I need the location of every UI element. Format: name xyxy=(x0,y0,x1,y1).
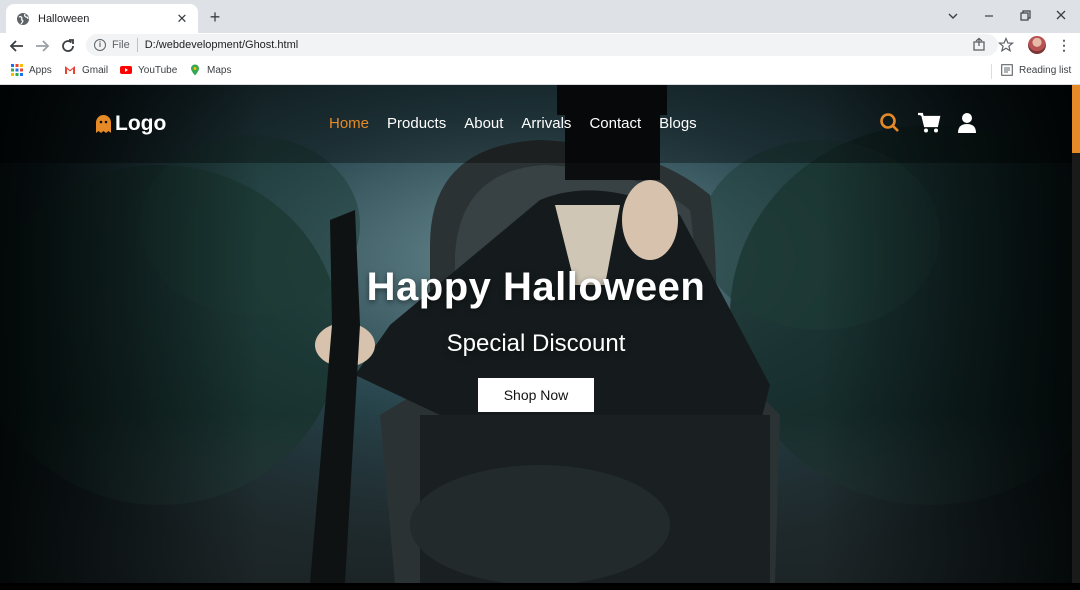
new-tab-button[interactable]: + xyxy=(205,6,225,28)
search-icon[interactable] xyxy=(879,112,901,136)
logo-text: Logo xyxy=(115,112,167,135)
cart-icon[interactable] xyxy=(917,112,941,134)
site-navbar: Logo Home Products About Arrivals Contac… xyxy=(0,85,1072,163)
share-icon[interactable] xyxy=(971,37,987,53)
globe-icon xyxy=(17,12,29,25)
maps-icon xyxy=(191,64,199,76)
bookmark-star-icon[interactable] xyxy=(998,37,1014,53)
bookmark-youtube[interactable]: YouTube xyxy=(120,64,177,76)
window-bottom-edge xyxy=(0,583,1080,590)
restore-icon[interactable] xyxy=(1015,8,1035,24)
bookmark-gmail[interactable]: Gmail xyxy=(64,64,108,76)
forward-arrow-icon[interactable] xyxy=(33,37,51,55)
scrollbar-thumb[interactable] xyxy=(1072,85,1080,153)
apps-grid-icon xyxy=(11,64,23,76)
browser-menu-icon[interactable]: ⋮ xyxy=(1057,37,1071,54)
nav-link-contact[interactable]: Contact xyxy=(589,115,641,132)
bookmark-apps[interactable]: Apps xyxy=(11,64,52,76)
hero-subtitle: Special Discount xyxy=(446,330,626,357)
gmail-icon xyxy=(65,66,75,74)
url-separator xyxy=(136,38,138,52)
ghost-icon xyxy=(96,115,111,133)
close-tab-icon[interactable]: ✕ xyxy=(174,11,190,27)
user-icon[interactable] xyxy=(957,112,977,134)
bookmark-maps[interactable]: Maps xyxy=(189,64,231,76)
back-arrow-icon[interactable] xyxy=(8,37,26,55)
hero-title: Happy Halloween xyxy=(366,265,706,309)
nav-link-blogs[interactable]: Blogs xyxy=(659,115,697,132)
nav-link-about[interactable]: About xyxy=(464,115,503,132)
page-scrollbar[interactable] xyxy=(1072,85,1080,583)
reading-list-label: Reading list xyxy=(1019,64,1072,76)
nav-link-home[interactable]: Home xyxy=(329,115,369,132)
reading-list-button[interactable]: Reading list xyxy=(1001,64,1071,76)
browser-tab[interactable]: Halloween ✕ xyxy=(6,4,198,33)
shop-now-button[interactable]: Shop Now xyxy=(478,378,594,412)
tab-title: Halloween xyxy=(38,12,90,25)
reading-list-icon xyxy=(1001,64,1013,76)
minimize-icon[interactable] xyxy=(979,8,999,24)
bookmark-label: YouTube xyxy=(138,64,178,76)
info-icon[interactable]: i xyxy=(94,39,106,51)
address-bar[interactable]: i File D:/webdevelopment/Ghost.html xyxy=(86,34,998,56)
url-text[interactable]: D:/webdevelopment/Ghost.html xyxy=(145,39,298,51)
webpage-viewport: Logo Home Products About Arrivals Contac… xyxy=(0,85,1080,583)
browser-toolbar: i File D:/webdevelopment/Ghost.html xyxy=(0,33,1080,58)
nav-link-arrivals[interactable]: Arrivals xyxy=(521,115,571,132)
profile-avatar[interactable] xyxy=(1028,36,1046,54)
bookmark-label: Gmail xyxy=(82,64,109,76)
youtube-icon xyxy=(120,66,132,74)
url-scheme: File xyxy=(112,39,130,51)
tab-search-chevron-icon[interactable] xyxy=(943,8,963,24)
bookmarks-bar: Apps Gmail YouTube Maps Reading list xyxy=(0,58,1080,85)
main-menu: Home Products About Arrivals Contact Blo… xyxy=(329,115,715,132)
site-logo[interactable]: Logo xyxy=(96,112,166,136)
bookmark-label: Apps xyxy=(29,64,52,76)
reload-icon[interactable] xyxy=(59,37,77,55)
tab-strip: Halloween ✕ + xyxy=(0,0,1080,33)
bookmark-label: Maps xyxy=(207,64,232,76)
close-window-icon[interactable] xyxy=(1051,8,1071,24)
bookmarks-separator xyxy=(991,64,992,79)
nav-link-products[interactable]: Products xyxy=(387,115,446,132)
